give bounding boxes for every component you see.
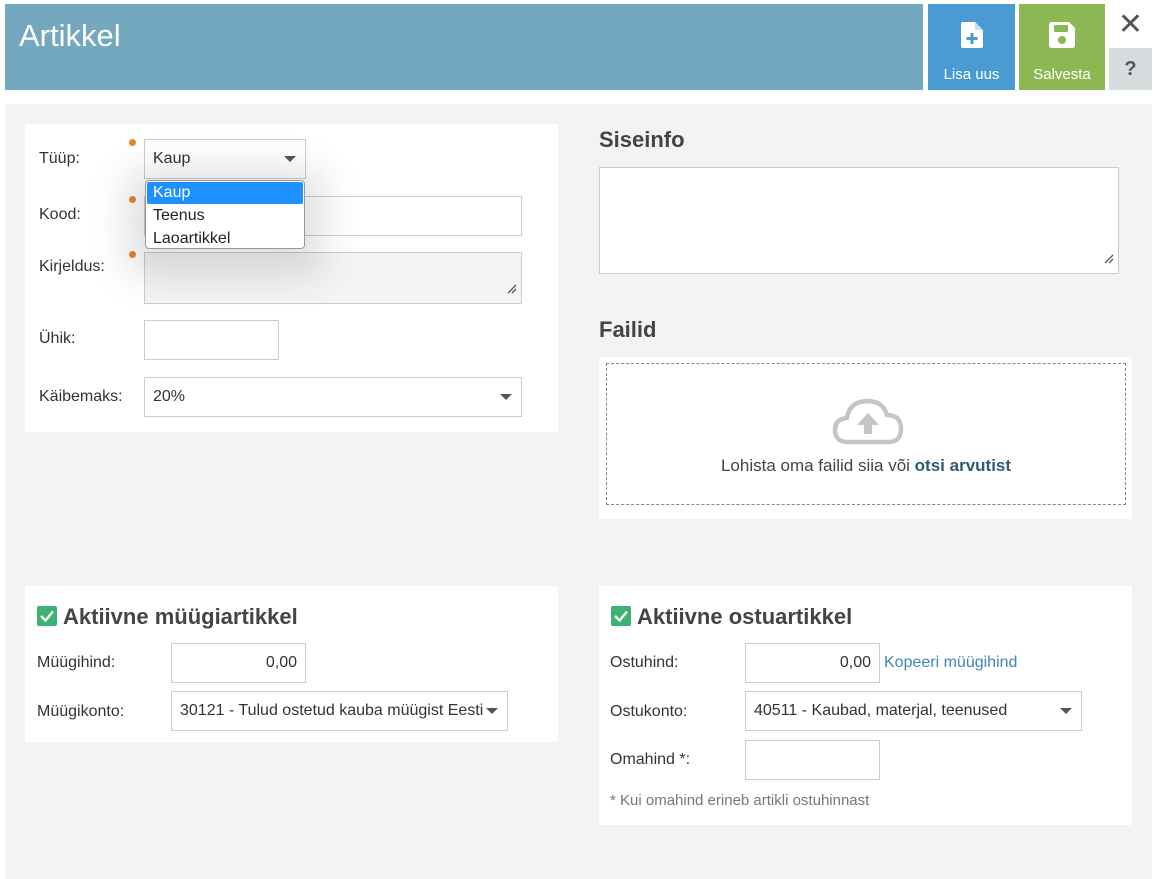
sales-account-label: Müügikonto:	[37, 703, 125, 720]
chevron-down-icon	[500, 394, 512, 400]
unit-input[interactable]	[144, 320, 279, 360]
type-label: Tüüp:	[39, 150, 80, 167]
chevron-down-icon	[284, 156, 296, 162]
sales-price-value: 0,00	[265, 654, 297, 671]
type-select-value: Kaup	[153, 150, 191, 167]
sales-account-value: 30121 - Tulud ostetud kauba müügist Eest…	[180, 702, 484, 719]
checkbox-checked-icon[interactable]	[37, 606, 57, 626]
add-new-button[interactable]: Lisa uus	[928, 4, 1015, 90]
chevron-down-icon	[1060, 708, 1072, 714]
help-button[interactable]: ?	[1109, 48, 1152, 90]
purchase-account-value: 40511 - Kaubad, materjal, teenused	[754, 702, 1008, 719]
type-dropdown-list: Kaup Teenus Laoartikkel	[145, 180, 305, 249]
type-option-kaup[interactable]: Kaup	[147, 182, 303, 204]
file-drop-zone[interactable]: Lohista oma failid siia või otsi arvutis…	[606, 363, 1126, 505]
resize-handle-icon[interactable]	[507, 281, 517, 299]
purchase-price-input[interactable]: 0,00	[745, 643, 880, 683]
purchase-account-label: Ostukonto:	[610, 703, 688, 720]
code-label: Kood:	[39, 206, 81, 223]
sales-account-select[interactable]: 30121 - Tulud ostetud kauba müügist Eest…	[171, 691, 508, 731]
type-option-teenus[interactable]: Teenus	[147, 205, 303, 227]
checkbox-checked-icon[interactable]	[611, 606, 631, 626]
type-option-laoartikkel[interactable]: Laoartikkel	[147, 228, 303, 250]
floppy-disk-icon	[1049, 22, 1075, 52]
purchase-item-title: Aktiivne ostuartikkel	[637, 604, 853, 629]
type-required-dot	[129, 139, 136, 146]
sales-item-title: Aktiivne müügiartikkel	[63, 604, 298, 629]
drop-instructions: Lohista oma failid siia või otsi arvutis…	[607, 456, 1125, 476]
vat-select[interactable]: 20%	[144, 377, 522, 417]
file-plus-icon	[960, 22, 983, 52]
internal-info-textarea[interactable]	[599, 167, 1119, 274]
copy-sales-price-link[interactable]: Kopeeri müügihind	[884, 654, 1017, 672]
unit-label: Ühik:	[39, 330, 76, 347]
purchase-price-value: 0,00	[839, 654, 871, 671]
description-label: Kirjeldus:	[39, 258, 105, 275]
chevron-down-icon	[486, 708, 498, 714]
code-required-dot	[129, 196, 136, 203]
sales-price-label: Müügihind:	[37, 654, 116, 671]
cloud-upload-icon	[832, 396, 904, 451]
vat-label: Käibemaks:	[39, 388, 123, 405]
cost-price-label: Omahind *:	[610, 751, 691, 768]
cost-price-input[interactable]	[745, 740, 880, 780]
add-new-label: Lisa uus	[943, 66, 1000, 83]
sales-price-input[interactable]: 0,00	[171, 643, 306, 683]
browse-files-link[interactable]: otsi arvutist	[915, 456, 1011, 475]
purchase-account-select[interactable]: 40511 - Kaubad, materjal, teenused	[745, 691, 1082, 731]
drop-text: Lohista oma failid siia või	[720, 456, 910, 475]
description-textarea[interactable]	[144, 252, 522, 304]
description-required-dot	[129, 251, 136, 258]
vat-select-value: 20%	[153, 388, 186, 405]
purchase-price-label: Ostuhind:	[610, 654, 679, 671]
files-title: Failid	[599, 317, 657, 342]
resize-handle-icon[interactable]	[1104, 251, 1114, 269]
save-label: Salvesta	[1033, 66, 1091, 83]
cost-price-note: * Kui omahind erineb artikli ostuhinnast	[610, 792, 870, 809]
close-button[interactable]: ✕	[1109, 4, 1152, 46]
internal-info-title: Siseinfo	[599, 127, 685, 152]
title-bar: Artikkel	[5, 4, 923, 90]
save-button[interactable]: Salvesta	[1019, 4, 1105, 90]
type-select[interactable]: Kaup	[144, 139, 306, 179]
page-title: Artikkel	[19, 18, 121, 53]
